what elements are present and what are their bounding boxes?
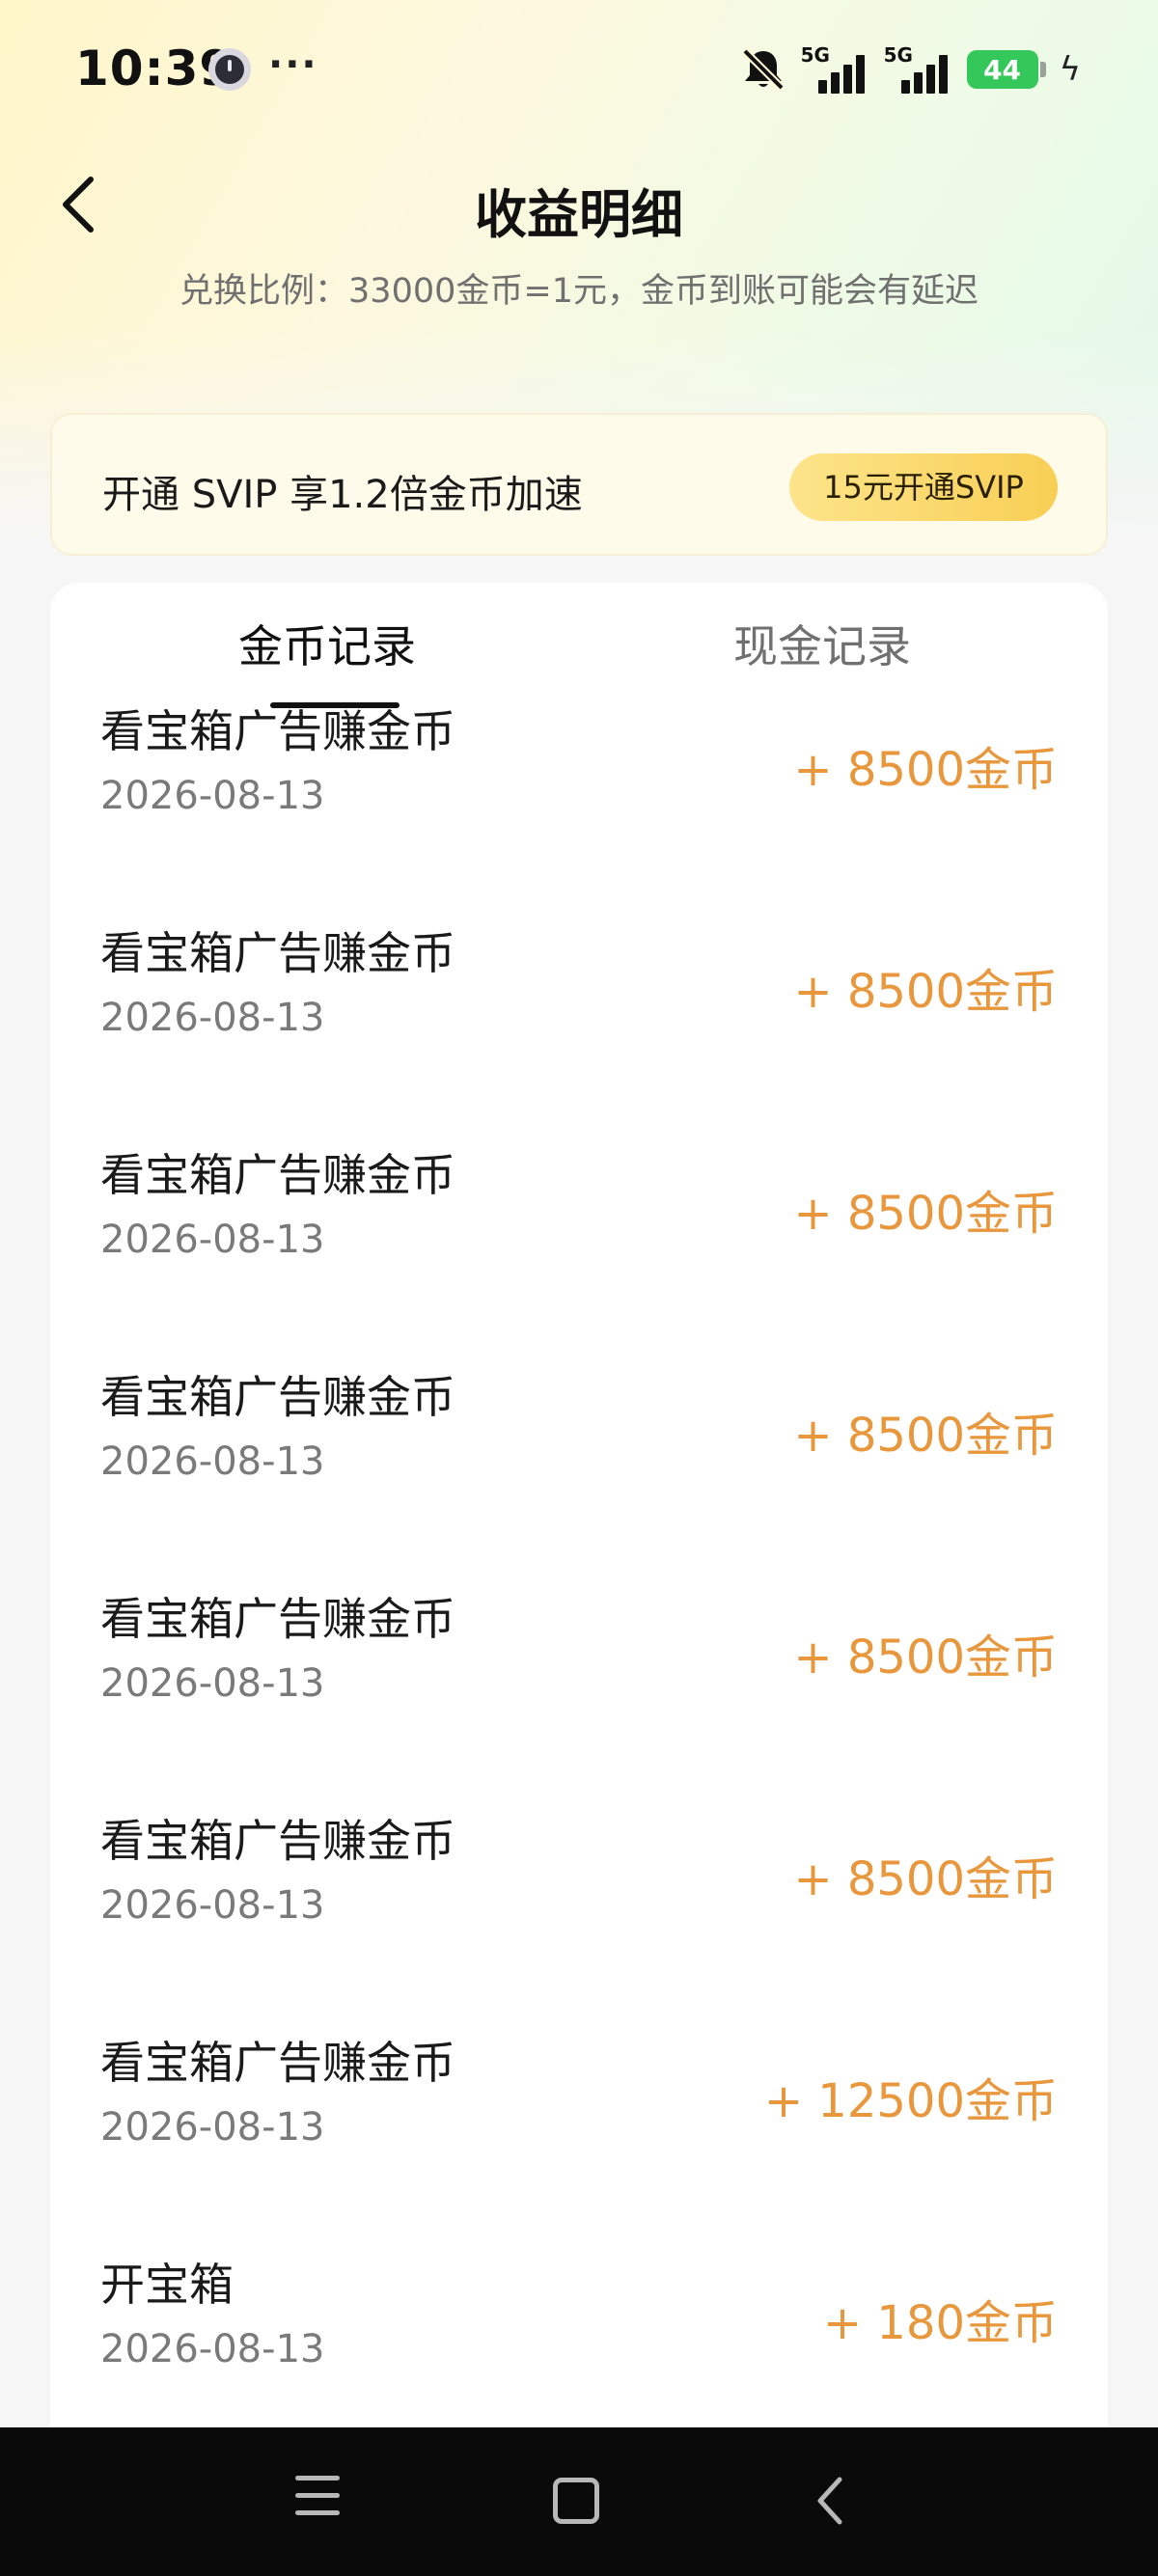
coin-record-list[interactable]: 看宝箱广告赚金币 2026-08-13 + 8500金币 看宝箱广告赚金币 20… [50, 583, 1108, 2425]
list-item: 看宝箱广告赚金币 2026-08-13 + 8500金币 [50, 1140, 1108, 1362]
record-title: 看宝箱广告赚金币 [100, 1593, 455, 1645]
battery-level: 44 [983, 53, 1022, 86]
record-title: 看宝箱广告赚金币 [100, 1371, 455, 1423]
signal-strength-2: 5G [884, 45, 953, 94]
signal-bars-icon [900, 55, 948, 94]
record-date: 2026-08-13 [100, 2105, 325, 2150]
record-title: 看宝箱广告赚金币 [100, 927, 455, 979]
list-item: 看宝箱广告赚金币 2026-08-13 + 8500金币 [50, 1584, 1108, 1806]
list-item: 看宝箱广告赚金币 2026-08-13 + 8500金币 [50, 1806, 1108, 2028]
records-card: 看宝箱广告赚金币 2026-08-13 + 8500金币 看宝箱广告赚金币 20… [50, 583, 1108, 2576]
record-amount: + 8500金币 [793, 743, 1058, 797]
record-amount: + 12500金币 [763, 2074, 1058, 2128]
record-date: 2026-08-13 [100, 1218, 325, 1262]
record-date: 2026-08-13 [100, 1661, 325, 1706]
record-title: 开宝箱 [100, 2259, 234, 2311]
record-date: 2026-08-13 [100, 2327, 325, 2371]
more-notifications-icon: ··· [268, 42, 318, 87]
record-amount: + 180金币 [822, 2296, 1058, 2350]
record-date: 2026-08-13 [100, 1439, 325, 1484]
home-square-icon[interactable] [553, 2478, 599, 2524]
active-tab-indicator [270, 702, 400, 708]
bell-off-icon [739, 47, 787, 92]
record-amount: + 8500金币 [793, 1852, 1058, 1906]
svip-promo-banner[interactable]: 开通 SVIP 享1.2倍金币加速 15元开通SVIP [50, 413, 1108, 556]
status-icons: 5G 5G 44 ϟ [739, 42, 1081, 96]
page-title: 收益明细 [475, 184, 683, 245]
record-amount: + 8500金币 [793, 1631, 1058, 1685]
record-title: 看宝箱广告赚金币 [100, 1815, 455, 1867]
status-bar: 10:39 ··· 5G 5G 44 ϟ [0, 0, 1158, 135]
svip-subscribe-button[interactable]: 15元开通SVIP [789, 453, 1058, 521]
list-item: 看宝箱广告赚金币 2026-08-13 + 8500金币 [50, 697, 1108, 918]
record-amount: + 8500金币 [793, 1409, 1058, 1463]
system-navigation-bar [0, 2427, 1158, 2576]
list-item: 看宝箱广告赚金币 2026-08-13 + 8500金币 [50, 918, 1108, 1140]
svip-promo-text: 开通 SVIP 享1.2倍金币加速 [102, 473, 583, 517]
clock-app-icon [208, 48, 251, 91]
tab-cash-records[interactable]: 现金记录 [733, 612, 911, 675]
menu-icon[interactable] [295, 2476, 340, 2520]
back-icon[interactable] [811, 2472, 849, 2530]
record-date: 2026-08-13 [100, 996, 325, 1040]
list-item: 看宝箱广告赚金币 2026-08-13 + 8500金币 [50, 1362, 1108, 1584]
signal-strength-1: 5G [801, 45, 870, 94]
exchange-rate-note: 兑换比例：33000金币=1元，金币到账可能会有延迟 [179, 272, 979, 311]
record-amount: + 8500金币 [793, 1187, 1058, 1241]
record-date: 2026-08-13 [100, 774, 325, 818]
tab-coin-records[interactable]: 金币记录 [238, 612, 416, 675]
list-item: 开宝箱 2026-08-13 + 180金币 [50, 2250, 1108, 2425]
record-amount: + 8500金币 [793, 965, 1058, 1019]
record-tabs: 金币记录 现金记录 [50, 583, 1108, 708]
signal-bars-icon [817, 55, 865, 94]
record-title: 看宝箱广告赚金币 [100, 2037, 455, 2089]
record-date: 2026-08-13 [100, 1883, 325, 1928]
battery-icon: 44 [966, 50, 1046, 89]
charging-icon: ϟ [1059, 50, 1081, 89]
list-item: 看宝箱广告赚金币 2026-08-13 + 12500金币 [50, 2028, 1108, 2250]
record-title: 看宝箱广告赚金币 [100, 1149, 455, 1201]
